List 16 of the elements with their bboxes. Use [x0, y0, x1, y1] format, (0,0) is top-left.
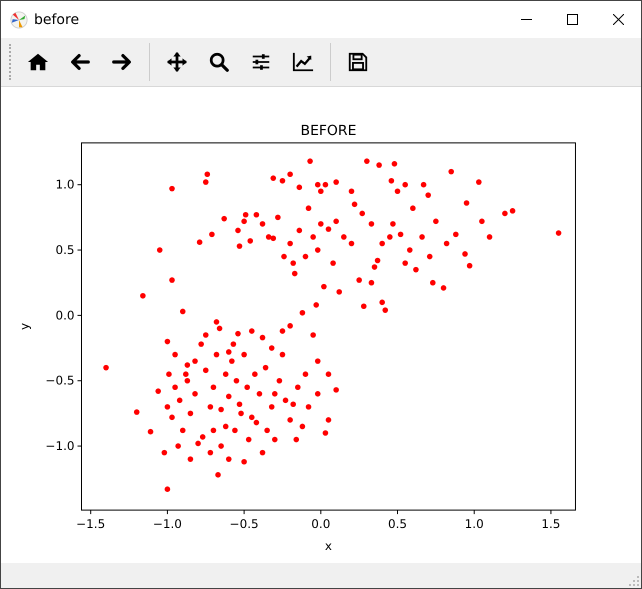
chart-title: BEFORE [300, 122, 356, 139]
tick-label: 0.5 [55, 243, 75, 258]
tick-label: 0.0 [311, 517, 330, 532]
tick-label: −1.0 [152, 517, 182, 532]
tick-label: −0.5 [230, 517, 259, 532]
tick-label: 1.5 [541, 517, 560, 532]
tick-label: 0.5 [388, 517, 408, 532]
window-title: before [34, 12, 80, 28]
tick-label: 1.0 [464, 517, 484, 532]
tick-label: −1.0 [45, 439, 75, 454]
tick-label: 1.0 [55, 178, 75, 192]
tick-label: 0.0 [55, 308, 75, 322]
axis-label: y [18, 322, 32, 330]
tick-label: −0.5 [45, 374, 75, 388]
axis-label: x [324, 539, 332, 554]
tick-label: −1.5 [76, 517, 106, 532]
